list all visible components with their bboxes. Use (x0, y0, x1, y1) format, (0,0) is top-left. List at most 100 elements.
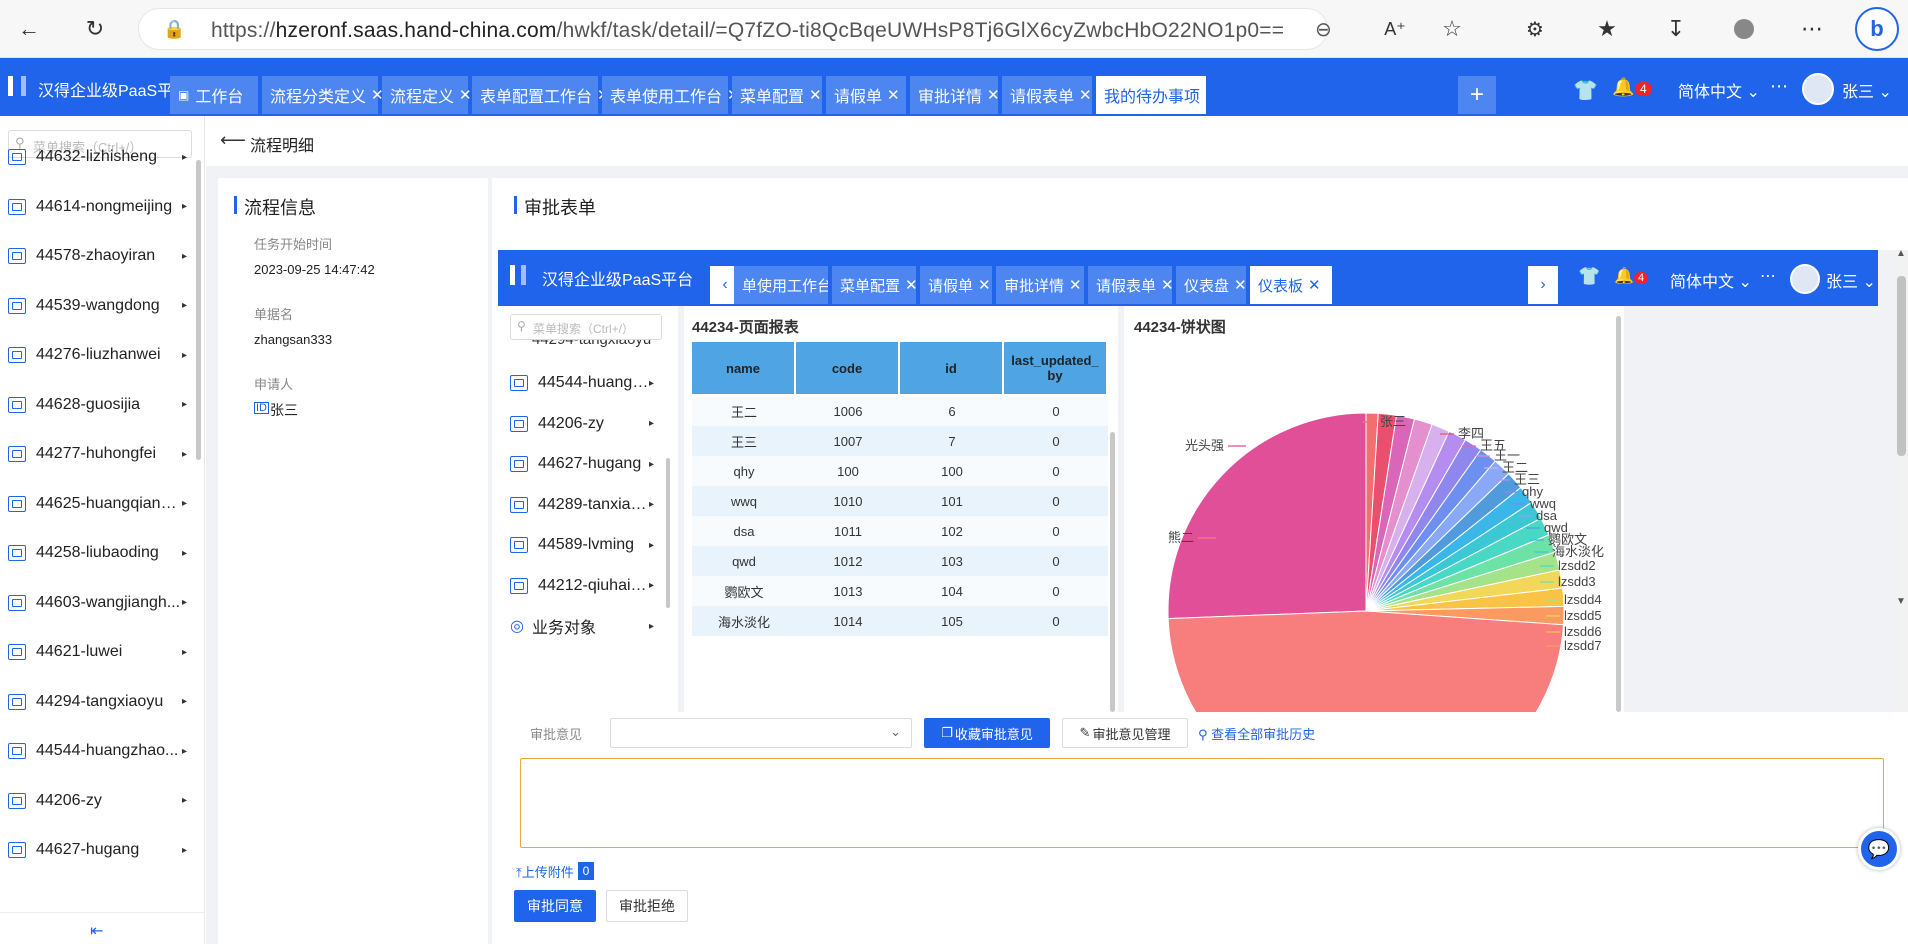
table-row[interactable]: dsa 1011 102 0 (692, 516, 1108, 546)
user-menu[interactable]: 张三 ⌄ (1842, 78, 1892, 102)
sidebar-item[interactable]: 44621-luwei ▸ (0, 637, 195, 667)
close-icon[interactable]: ✕ (809, 86, 822, 104)
close-icon[interactable]: ✕ (1308, 276, 1321, 294)
language-select[interactable]: 简体中文 ⌄ (1670, 268, 1752, 292)
report-scrollbar[interactable] (1110, 432, 1115, 712)
embedded-nav-item[interactable]: 44589-lvming ▸ (498, 530, 662, 560)
table-row[interactable]: 王二 1006 6 0 (692, 396, 1108, 426)
favorites-icon[interactable]: ★ (1592, 14, 1622, 44)
embedded-tab-3[interactable]: 审批详情 ✕ (996, 266, 1084, 304)
sidebar-item[interactable]: 44277-huhongfei ▸ (0, 439, 195, 469)
close-icon[interactable]: ✕ (1205, 86, 1218, 104)
table-row[interactable]: qwd 1012 103 0 (692, 546, 1108, 576)
embedded-nav-item[interactable]: 44206-zy ▸ (498, 409, 662, 439)
sidebar-item[interactable]: 44628-guosijia ▸ (0, 390, 195, 420)
user-menu[interactable]: 张三 ⌄ (1826, 268, 1876, 292)
bell-icon[interactable]: 🔔 (1614, 266, 1634, 286)
frame-scrollbar-thumb[interactable] (1897, 276, 1906, 456)
more-menu-icon[interactable]: ⋯ (1797, 14, 1827, 44)
tab-6[interactable]: 请假单 ✕ (826, 76, 906, 114)
close-icon[interactable]: ✕ (459, 86, 472, 104)
embedded-nav-business[interactable]: ◎ 业务对象 ▸ (498, 611, 662, 641)
download-icon[interactable]: ↧ (1661, 14, 1691, 44)
close-icon[interactable]: ✕ (1161, 276, 1172, 294)
chat-assistant-icon[interactable]: 💬 (1858, 828, 1900, 870)
address-bar[interactable]: 🔒 https://hzeronf.saas.hand-china.com/hw… (138, 8, 1332, 50)
scroll-down-icon[interactable]: ▼ (1896, 596, 1906, 607)
sidebar-item[interactable]: 44614-nongmeijing ▸ (0, 192, 195, 222)
sidebar-scrollbar[interactable] (196, 160, 201, 460)
close-icon[interactable]: ✕ (1069, 276, 1082, 294)
tab-8[interactable]: 请假表单 ✕ (1002, 76, 1092, 114)
menu-search-input[interactable]: ⚲ 菜单搜索（Ctrl+/） (510, 314, 662, 340)
table-row[interactable]: qhy 100 100 0 (692, 456, 1108, 486)
sidebar-item[interactable]: 44625-huangqiang... ▸ (0, 489, 195, 519)
add-tab-button[interactable]: + (1458, 76, 1496, 114)
collect-opinion-button[interactable]: ❐ 收藏审批意见 (924, 718, 1050, 748)
pie-slice[interactable] (1167, 610, 1565, 712)
frame-scrollbar[interactable]: ▲ ▼ (1894, 248, 1908, 712)
sidebar-item[interactable]: 44544-huangzhao... ▸ (0, 736, 195, 766)
embedded-tab-5[interactable]: 仪表盘 ✕ (1176, 266, 1246, 304)
more-dots-icon[interactable]: ⋯ (1760, 266, 1776, 286)
avatar[interactable] (1790, 264, 1820, 294)
close-icon[interactable]: ✕ (887, 86, 900, 104)
close-icon[interactable]: ✕ (987, 86, 1000, 104)
sidebar-item[interactable]: 44294-tangxiaoyu ▸ (0, 687, 195, 717)
embedded-nav-item[interactable]: 44212-qiuhaiyang▸ (498, 571, 662, 601)
close-icon[interactable]: ✕ (905, 276, 916, 294)
reject-button[interactable]: 审批拒绝 (606, 890, 688, 922)
embedded-nav-item[interactable]: 44544-huangzhao...▸ (498, 368, 662, 398)
embedded-tab-6[interactable]: 仪表板 ✕ (1250, 266, 1332, 304)
pie-scrollbar[interactable] (1616, 316, 1621, 712)
tab-0[interactable]: ▣ 工作台 (170, 76, 258, 114)
sidebar-item[interactable]: 44258-liubaoding ▸ (0, 538, 195, 568)
close-icon[interactable]: ✕ (1079, 86, 1092, 104)
avatar[interactable] (1802, 73, 1834, 105)
extensions-icon[interactable]: ⚙ (1520, 14, 1550, 44)
embedded-tab-2[interactable]: 请假单 ✕ (920, 266, 992, 304)
copilot-icon[interactable]: b (1855, 7, 1899, 51)
table-row[interactable]: 海水淡化 1014 105 0 (692, 606, 1108, 636)
refresh-icon[interactable]: ↻ (80, 14, 110, 44)
table-row[interactable]: wwq 1010 101 0 (692, 486, 1108, 516)
lock-icon[interactable]: 🔒 (163, 19, 185, 40)
collapse-menu-icon[interactable]: ⇤ (90, 921, 103, 941)
tab-7[interactable]: 审批详情 ✕ (910, 76, 1000, 114)
sidebar-item[interactable]: 44539-wangdong ▸ (0, 291, 195, 321)
zoom-icon[interactable]: ⊖ (1315, 17, 1332, 42)
tab-3[interactable]: 表单配置工作台✕ (472, 76, 610, 114)
tab-4[interactable]: 表单使用工作台✕ (602, 76, 740, 114)
skin-shirt-icon[interactable]: 👕 (1573, 78, 1598, 103)
language-select[interactable]: 简体中文 ⌄ (1678, 78, 1760, 102)
scroll-up-icon[interactable]: ▲ (1896, 248, 1906, 259)
profile-icon[interactable] (1729, 14, 1759, 44)
upload-attachment-link[interactable]: ⤒上传附件 (516, 862, 574, 881)
table-row[interactable]: 王三 1007 7 0 (692, 426, 1108, 456)
manage-opinion-button[interactable]: ✎ 审批意见管理 (1062, 718, 1188, 748)
back-arrow-icon[interactable]: ← (14, 14, 44, 44)
opinion-select[interactable]: ⌄ (610, 718, 912, 748)
close-icon[interactable]: ✕ (978, 276, 991, 294)
embedded-nav-item[interactable]: 44289-tanxiaolong▸ (498, 490, 662, 520)
opinion-textarea[interactable] (520, 758, 1884, 848)
sidebar-item[interactable]: 44632-lizhisheng ▸ (0, 142, 195, 172)
embedded-tab-1[interactable]: 菜单配置 ✕ (832, 266, 916, 304)
tab-scroll-right-button[interactable]: › (1528, 266, 1558, 304)
table-row[interactable]: 鹦欧文 1013 104 0 (692, 576, 1108, 606)
tab-9[interactable]: 我的待办事项 ✕ (1096, 76, 1218, 114)
tab-5[interactable]: 菜单配置 ✕ (732, 76, 822, 114)
embedded-tab-4[interactable]: 请假表单 ✕ (1088, 266, 1172, 304)
skin-shirt-icon[interactable]: 👕 (1578, 266, 1600, 287)
approve-button[interactable]: 审批同意 (514, 890, 596, 922)
sidebar-item[interactable]: 44578-zhaoyiran ▸ (0, 241, 195, 271)
more-dots-icon[interactable]: ⋯ (1770, 76, 1788, 97)
close-icon[interactable]: ✕ (1234, 276, 1246, 294)
tab-1[interactable]: 流程分类定义 ✕ (262, 76, 384, 114)
embedded-sidebar-scrollbar[interactable] (666, 458, 670, 608)
favorite-star-icon[interactable]: ☆ (1437, 14, 1467, 44)
sidebar-item[interactable]: 44603-wangjiangh... ▸ (0, 588, 195, 618)
view-history-link[interactable]: ⚲ 查看全部审批历史 (1198, 724, 1315, 743)
back-arrow-icon[interactable]: ⟵ (220, 130, 246, 151)
sidebar-item[interactable]: 44206-zy ▸ (0, 786, 195, 816)
